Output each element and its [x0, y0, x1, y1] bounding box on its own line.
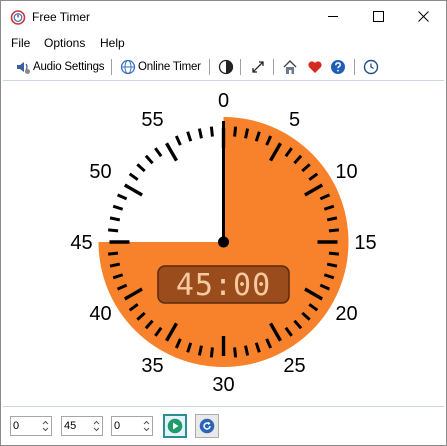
globe-icon [120, 59, 136, 75]
favorite-button[interactable] [307, 57, 323, 77]
fullscreen-button[interactable] [250, 57, 266, 77]
minor-tick [197, 128, 203, 139]
close-icon [418, 11, 429, 22]
minor-tick [209, 347, 214, 358]
minor-tick [174, 135, 182, 146]
start-button[interactable] [163, 414, 187, 438]
controls-divider [3, 406, 444, 407]
minor-tick [107, 251, 119, 256]
dial-label: 5 [289, 109, 300, 131]
seconds-stepper-arrows[interactable] [142, 418, 151, 434]
minor-tick [328, 251, 340, 256]
minutes-stepper-arrows[interactable] [92, 418, 101, 434]
help-button[interactable] [330, 57, 346, 77]
minor-tick [154, 147, 163, 158]
minor-tick [109, 216, 121, 222]
help-icon [331, 60, 345, 74]
minor-tick [209, 126, 214, 137]
minor-tick [328, 228, 340, 233]
minimize-icon [328, 16, 338, 17]
minor-tick [136, 163, 146, 173]
timer-mode-button[interactable] [363, 57, 379, 77]
seconds-input[interactable] [114, 419, 140, 433]
reset-button[interactable] [195, 414, 219, 438]
home-button[interactable] [282, 57, 299, 77]
minor-tick [112, 204, 124, 211]
contrast-button[interactable] [218, 57, 234, 77]
toolbar-separator [240, 59, 241, 75]
audio-settings-label: Audio Settings [33, 61, 105, 73]
minutes-input[interactable] [64, 419, 90, 433]
app-window: Free Timer File Options Help Audio Setti… [0, 0, 447, 446]
minor-tick [107, 228, 119, 233]
menu-file[interactable]: File [11, 36, 30, 50]
minor-tick [233, 126, 238, 137]
maximize-button[interactable] [356, 1, 401, 32]
reset-icon [199, 418, 215, 434]
hand-hub [218, 236, 229, 248]
toolbar-separator [354, 59, 355, 75]
dial-label: 30 [212, 374, 234, 396]
minor-tick [186, 131, 193, 142]
minor-tick [326, 216, 338, 222]
dial-label: 35 [141, 355, 163, 377]
time-display: 45:00 [157, 265, 290, 304]
time-display-text: 45:00 [176, 268, 271, 303]
minor-tick [197, 345, 203, 356]
toolbar-separator [111, 59, 112, 75]
play-icon [167, 418, 183, 434]
minor-tick [244, 345, 250, 356]
hours-stepper-arrows[interactable] [41, 418, 50, 434]
minor-tick [326, 262, 338, 268]
title-bar[interactable]: Free Timer [1, 1, 446, 32]
minimize-button[interactable] [311, 1, 356, 32]
toolbar: Audio Settings Online Timer [1, 54, 446, 80]
online-timer-label: Online Timer [138, 61, 201, 73]
close-button[interactable] [401, 1, 446, 32]
minor-tick [144, 154, 154, 165]
home-icon [283, 60, 297, 74]
menu-help[interactable]: Help [100, 36, 125, 50]
maximize-icon [373, 11, 384, 22]
clock-icon [363, 59, 379, 75]
dial-label: 40 [89, 303, 111, 325]
hours-input[interactable] [13, 419, 39, 433]
minutes-stepper[interactable] [61, 416, 103, 436]
timer-dial[interactable]: 0 5 10 15 20 25 30 35 40 45 50 55 45:00 [1, 81, 446, 405]
seconds-stepper[interactable] [111, 416, 153, 436]
speaker-icon [17, 62, 30, 74]
heart-icon [308, 61, 322, 73]
dial-label: 0 [218, 90, 229, 112]
dial-label: 25 [283, 355, 305, 377]
contrast-icon [218, 59, 234, 75]
minor-tick [116, 193, 128, 201]
toolbar-separator [209, 59, 210, 75]
menu-options[interactable]: Options [44, 36, 85, 50]
hours-stepper[interactable] [10, 416, 52, 436]
dial-label: 15 [354, 232, 376, 254]
window-title: Free Timer [32, 10, 91, 24]
audio-settings-button[interactable]: Audio Settings [15, 57, 105, 77]
dial-label: 55 [141, 109, 163, 131]
minor-tick [233, 347, 238, 358]
dial-label: 10 [335, 161, 357, 183]
expand-icon [252, 61, 264, 73]
menu-bar: File Options Help [1, 34, 446, 52]
dial-label: 50 [89, 161, 111, 183]
dial-label: 20 [335, 303, 357, 325]
dial-label: 45 [70, 232, 92, 254]
minor-tick [109, 262, 121, 268]
major-tick [165, 142, 178, 162]
major-tick [123, 183, 143, 197]
minor-tick [128, 172, 139, 181]
minor-tick [244, 128, 250, 139]
toolbar-separator [273, 59, 274, 75]
online-timer-button[interactable]: Online Timer [120, 57, 201, 77]
stopwatch-app-icon [10, 9, 26, 25]
